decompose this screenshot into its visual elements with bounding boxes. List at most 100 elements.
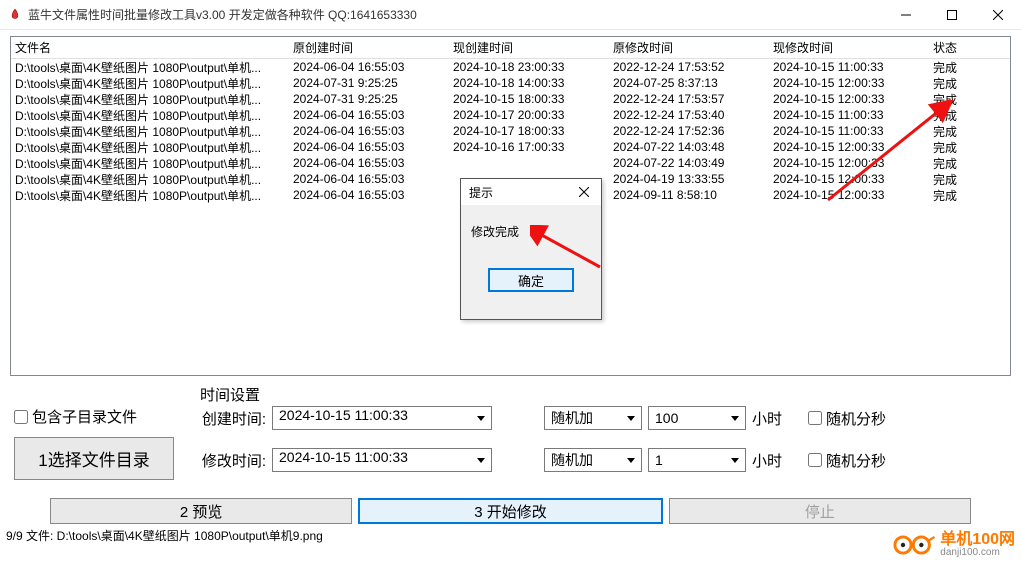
cell: 完成 (929, 91, 989, 108)
cell: 2024-10-18 23:00:33 (449, 60, 609, 74)
modify-random-sec-input[interactable] (808, 453, 822, 467)
cell: 2022-12-24 17:52:36 (609, 124, 769, 138)
cell: 2024-10-17 20:00:33 (449, 108, 609, 122)
include-subdir-checkbox[interactable]: 包含子目录文件 (14, 406, 184, 427)
modify-time-picker[interactable]: 2024-10-15 11:00:33 (272, 448, 492, 472)
cell: 2024-04-19 13:33:55 (609, 172, 769, 186)
cell: 2024-10-18 14:00:33 (449, 76, 609, 90)
col-new-create[interactable]: 现创建时间 (449, 39, 609, 56)
cell: D:\tools\桌面\4K壁纸图片 1080P\output\单机... (11, 91, 289, 108)
cell: 2024-10-15 12:00:33 (769, 76, 929, 90)
cell: 2024-10-15 11:00:33 (769, 108, 929, 122)
cell: 2024-10-17 18:00:33 (449, 124, 609, 138)
dialog-title: 提示 (469, 184, 493, 201)
cell: 2024-09-11 8:58:10 (609, 188, 769, 202)
table-row[interactable]: D:\tools\桌面\4K壁纸图片 1080P\output\单机...202… (11, 123, 1010, 139)
modify-time-label: 修改时间: (194, 450, 266, 471)
cell: 完成 (929, 59, 989, 76)
modify-unit-label: 小时 (752, 450, 782, 471)
create-random-mode-select[interactable]: 随机加 (544, 406, 642, 430)
dialog-close-button[interactable] (571, 181, 597, 203)
cell: 2024-06-04 16:55:03 (289, 108, 449, 122)
cell: 2022-12-24 17:53:40 (609, 108, 769, 122)
cell: 2024-10-15 11:00:33 (769, 124, 929, 138)
cell: 2024-07-22 14:03:48 (609, 140, 769, 154)
cell: D:\tools\桌面\4K壁纸图片 1080P\output\单机... (11, 107, 289, 124)
create-random-sec-checkbox[interactable]: 随机分秒 (808, 408, 886, 429)
col-status[interactable]: 状态 (929, 39, 989, 56)
cell: 完成 (929, 187, 989, 204)
cell: 完成 (929, 139, 989, 156)
watermark-name: 单机100网 (940, 532, 1015, 548)
create-time-picker[interactable]: 2024-10-15 11:00:33 (272, 406, 492, 430)
table-row[interactable]: D:\tools\桌面\4K壁纸图片 1080P\output\单机...202… (11, 139, 1010, 155)
modify-random-mode-select[interactable]: 随机加 (544, 448, 642, 472)
watermark: 单机100网 danji100.com (892, 532, 1015, 558)
table-row[interactable]: D:\tools\桌面\4K壁纸图片 1080P\output\单机...202… (11, 107, 1010, 123)
table-row[interactable]: D:\tools\桌面\4K壁纸图片 1080P\output\单机...202… (11, 59, 1010, 75)
close-icon (579, 187, 589, 197)
col-orig-modify[interactable]: 原修改时间 (609, 39, 769, 56)
cell: D:\tools\桌面\4K壁纸图片 1080P\output\单机... (11, 139, 289, 156)
col-orig-create[interactable]: 原创建时间 (289, 39, 449, 56)
cell: D:\tools\桌面\4K壁纸图片 1080P\output\单机... (11, 59, 289, 76)
table-row[interactable]: D:\tools\桌面\4K壁纸图片 1080P\output\单机...202… (11, 155, 1010, 171)
cell: 2024-07-22 14:03:49 (609, 156, 769, 170)
modify-random-sec-label: 随机分秒 (826, 450, 886, 471)
cell: D:\tools\桌面\4K壁纸图片 1080P\output\单机... (11, 75, 289, 92)
cell: D:\tools\桌面\4K壁纸图片 1080P\output\单机... (11, 123, 289, 140)
maximize-button[interactable] (929, 0, 975, 29)
modify-random-value-select[interactable]: 1 (648, 448, 746, 472)
cell: 2024-06-04 16:55:03 (289, 140, 449, 154)
table-row[interactable]: D:\tools\桌面\4K壁纸图片 1080P\output\单机...202… (11, 91, 1010, 107)
modify-random-sec-checkbox[interactable]: 随机分秒 (808, 450, 886, 471)
cell: 2024-06-04 16:55:03 (289, 156, 449, 170)
col-filename[interactable]: 文件名 (11, 39, 289, 56)
create-unit-label: 小时 (752, 408, 782, 429)
cell: 2022-12-24 17:53:52 (609, 60, 769, 74)
status-bar: 9/9 文件: D:\tools\桌面\4K壁纸图片 1080P\output\… (0, 524, 1021, 547)
cell: 完成 (929, 123, 989, 140)
cell: 2024-10-15 12:00:33 (769, 188, 929, 202)
col-new-modify[interactable]: 现修改时间 (769, 39, 929, 56)
minimize-button[interactable] (883, 0, 929, 29)
window-title: 蓝牛文件属性时间批量修改工具v3.00 开发定做各种软件 QQ:16416533… (28, 6, 883, 23)
time-settings-label: 时间设置 (200, 384, 260, 405)
cell: D:\tools\桌面\4K壁纸图片 1080P\output\单机... (11, 155, 289, 172)
close-button[interactable] (975, 0, 1021, 29)
cell: 2024-10-15 12:00:33 (769, 140, 929, 154)
create-random-sec-label: 随机分秒 (826, 408, 886, 429)
cell: 2024-10-15 12:00:33 (769, 156, 929, 170)
start-button[interactable]: 3 开始修改 (358, 498, 662, 524)
create-time-label: 创建时间: (194, 408, 266, 429)
select-folder-button[interactable]: 1选择文件目录 (14, 437, 174, 480)
include-subdir-label: 包含子目录文件 (32, 406, 137, 427)
stop-button[interactable]: 停止 (669, 498, 971, 524)
message-dialog: 提示 修改完成 确定 (460, 178, 602, 320)
cell: 2024-10-16 17:00:33 (449, 140, 609, 154)
create-random-sec-input[interactable] (808, 411, 822, 425)
table-row[interactable]: D:\tools\桌面\4K壁纸图片 1080P\output\单机...202… (11, 75, 1010, 91)
cell: 2024-10-15 18:00:33 (449, 92, 609, 106)
include-subdir-input[interactable] (14, 410, 28, 424)
cell: D:\tools\桌面\4K壁纸图片 1080P\output\单机... (11, 187, 289, 204)
cell: 2024-07-31 9:25:25 (289, 76, 449, 90)
cell: 2024-06-04 16:55:03 (289, 124, 449, 138)
dialog-ok-button[interactable]: 确定 (488, 268, 574, 292)
cell: 完成 (929, 155, 989, 172)
create-random-value-select[interactable]: 100 (648, 406, 746, 430)
cell: 2022-12-24 17:53:57 (609, 92, 769, 106)
cell: 2024-06-04 16:55:03 (289, 60, 449, 74)
cell: 2024-07-25 8:37:13 (609, 76, 769, 90)
titlebar: 蓝牛文件属性时间批量修改工具v3.00 开发定做各种软件 QQ:16416533… (0, 0, 1021, 30)
cell: 完成 (929, 75, 989, 92)
watermark-url: danji100.com (940, 548, 1015, 558)
cell: 完成 (929, 107, 989, 124)
table-header: 文件名 原创建时间 现创建时间 原修改时间 现修改时间 状态 (11, 37, 1010, 59)
app-logo-icon (8, 8, 22, 22)
dialog-message: 修改完成 (471, 223, 591, 240)
cell: D:\tools\桌面\4K壁纸图片 1080P\output\单机... (11, 171, 289, 188)
preview-button[interactable]: 2 预览 (50, 498, 352, 524)
cell: 2024-10-15 12:00:33 (769, 92, 929, 106)
cell: 2024-07-31 9:25:25 (289, 92, 449, 106)
